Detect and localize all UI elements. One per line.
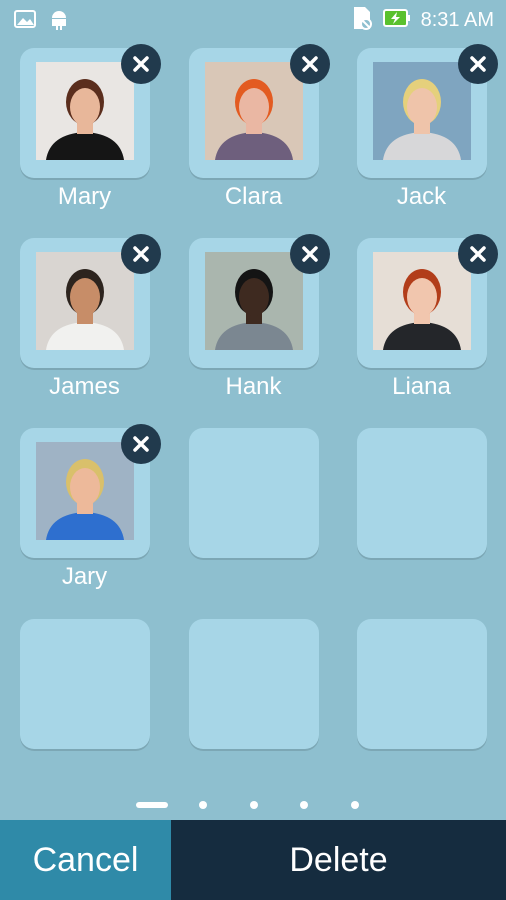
contact-photo xyxy=(36,62,134,160)
contact-name: Mary xyxy=(57,183,112,210)
close-icon xyxy=(302,56,318,72)
empty-contact-slot[interactable] xyxy=(189,428,319,558)
remove-contact-button[interactable] xyxy=(458,44,498,84)
contact-photo xyxy=(205,62,303,160)
contact-name: Clara xyxy=(224,183,283,210)
page-dot xyxy=(199,801,207,809)
page-indicator-current xyxy=(136,802,168,808)
page-dot xyxy=(250,801,258,809)
contact-name: Jary xyxy=(61,563,108,590)
contact-slot[interactable] xyxy=(357,44,498,178)
contact-slot[interactable] xyxy=(20,234,161,368)
contact-photo xyxy=(36,442,134,540)
cancel-button[interactable]: Cancel xyxy=(0,820,171,900)
contact-slot[interactable] xyxy=(357,234,498,368)
contact-name: Jack xyxy=(396,183,447,210)
remove-contact-button[interactable] xyxy=(121,424,161,464)
contact-grid: Mary Clara Jack James Hank Liana Jary xyxy=(0,0,506,820)
contact-slot[interactable] xyxy=(20,44,161,178)
action-bar: Cancel Delete xyxy=(0,820,506,900)
empty-contact-slot[interactable] xyxy=(357,428,487,558)
remove-contact-button[interactable] xyxy=(121,234,161,274)
page-dot xyxy=(351,801,359,809)
close-icon xyxy=(302,246,318,262)
empty-contact-slot[interactable] xyxy=(20,619,150,749)
contact-photo xyxy=(373,252,471,350)
page-indicator xyxy=(0,795,506,815)
close-icon xyxy=(133,246,149,262)
close-icon xyxy=(133,56,149,72)
page-dot xyxy=(300,801,308,809)
close-icon xyxy=(470,56,486,72)
contact-name: Hank xyxy=(225,373,282,400)
empty-contact-slot[interactable] xyxy=(357,619,487,749)
contact-name: Liana xyxy=(392,373,451,400)
close-icon xyxy=(133,436,149,452)
contact-slot[interactable] xyxy=(189,44,330,178)
remove-contact-button[interactable] xyxy=(290,234,330,274)
contact-photo xyxy=(205,252,303,350)
contact-photo xyxy=(36,252,134,350)
remove-contact-button[interactable] xyxy=(290,44,330,84)
contact-photo xyxy=(373,62,471,160)
close-icon xyxy=(470,246,486,262)
contact-name: James xyxy=(49,373,120,400)
contact-slot[interactable] xyxy=(189,234,330,368)
empty-contact-slot[interactable] xyxy=(189,619,319,749)
remove-contact-button[interactable] xyxy=(458,234,498,274)
remove-contact-button[interactable] xyxy=(121,44,161,84)
delete-button[interactable]: Delete xyxy=(171,820,506,900)
contact-slot[interactable] xyxy=(20,424,161,558)
